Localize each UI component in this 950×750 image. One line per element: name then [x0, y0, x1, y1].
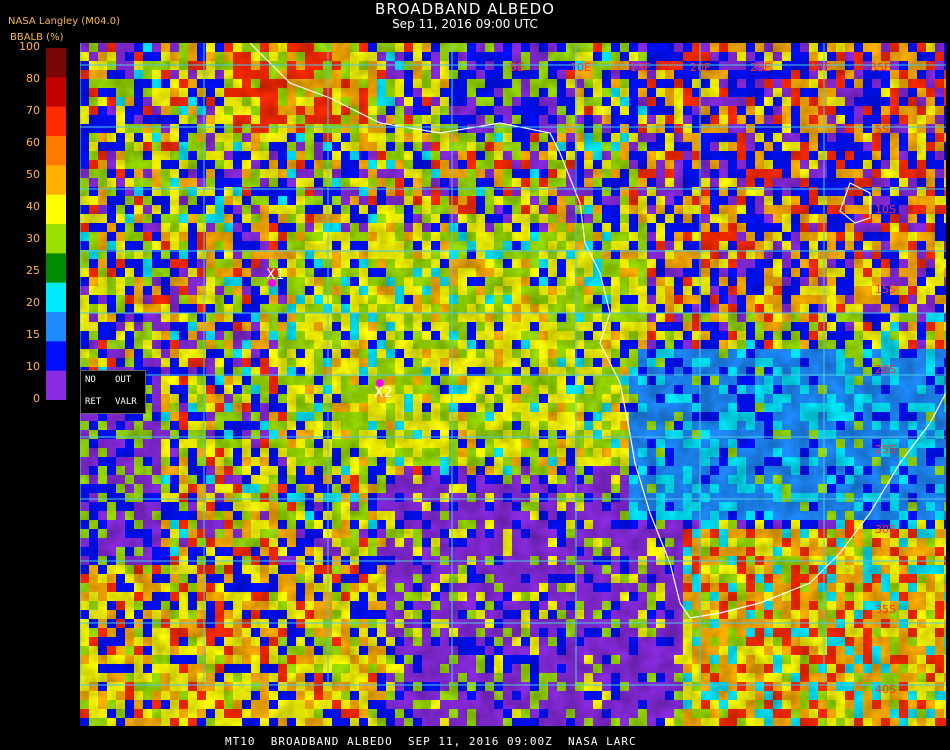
legend-swatch: [46, 194, 66, 225]
legend-swatch: [46, 341, 66, 372]
legend-swatch: [46, 165, 66, 196]
lat-label: 20S: [875, 363, 896, 376]
legend-tick: 60: [26, 136, 40, 149]
lat-label: 10S: [875, 203, 896, 216]
legend-swatch: [46, 136, 66, 166]
legend-swatch: [46, 106, 66, 137]
legend-tick: 30: [26, 232, 40, 245]
lon-label: 15E: [630, 61, 651, 74]
lat-label: 35S: [875, 603, 896, 616]
legend-tick: 10: [26, 360, 40, 373]
marker-label: X1: [266, 267, 285, 283]
legend-swatch: [46, 48, 66, 78]
legend-tick: 0: [33, 392, 40, 405]
legend-swatch: [46, 77, 66, 108]
source-label: NASA Langley (M04.0): [8, 16, 120, 27]
lon-label: 35E: [870, 61, 891, 74]
valr-label: VALR: [115, 397, 137, 407]
legend-tick: 20: [26, 296, 40, 309]
map-datetime: Sep 11, 2016 09:00 UTC: [392, 17, 538, 31]
lat-label: 40S: [875, 683, 896, 696]
legend-swatch: [46, 282, 66, 313]
ret-label: RET: [85, 397, 102, 407]
lat-label: 5S: [875, 123, 889, 136]
legend-swatch: [46, 224, 66, 254]
legend-swatch: [46, 253, 66, 284]
out-label: OUT: [115, 375, 132, 385]
lon-label: 5E: [510, 61, 524, 74]
footer-caption: MT10 BROADBAND ALBEDO SEP 11, 2016 09:00…: [225, 735, 637, 748]
legend-swatch: [46, 312, 66, 342]
legend-tick: 80: [26, 72, 40, 85]
legend-tick: 70: [26, 104, 40, 117]
legend-tick: 40: [26, 200, 40, 213]
lon-label: 25E: [750, 61, 771, 74]
legend-swatch: [46, 370, 66, 400]
map-title: BROADBAND ALBEDO: [375, 0, 555, 18]
no-label: NO: [85, 375, 96, 385]
color-legend: [46, 48, 66, 400]
lat-label: 30S: [875, 523, 896, 536]
no-data-legend: NO OUT RET VALR: [80, 370, 146, 414]
legend-tick: 25: [26, 264, 40, 277]
marker-label: X2: [374, 385, 393, 401]
cloud-texture: [80, 43, 946, 726]
lon-label: 10E: [570, 61, 591, 74]
legend-tick: 15: [26, 328, 40, 341]
legend-tick: 100: [19, 40, 40, 53]
albedo-map: 5E 10E 15E 20E 25E 30E 35E 5S 10S 15S 20S 25S 30S 35S…: [80, 43, 946, 726]
lon-label: 20E: [690, 61, 711, 74]
lon-label: 30E: [810, 61, 831, 74]
legend-tick: 50: [26, 168, 40, 181]
lat-label: 25S: [875, 443, 896, 456]
lat-label: 15S: [875, 283, 896, 296]
